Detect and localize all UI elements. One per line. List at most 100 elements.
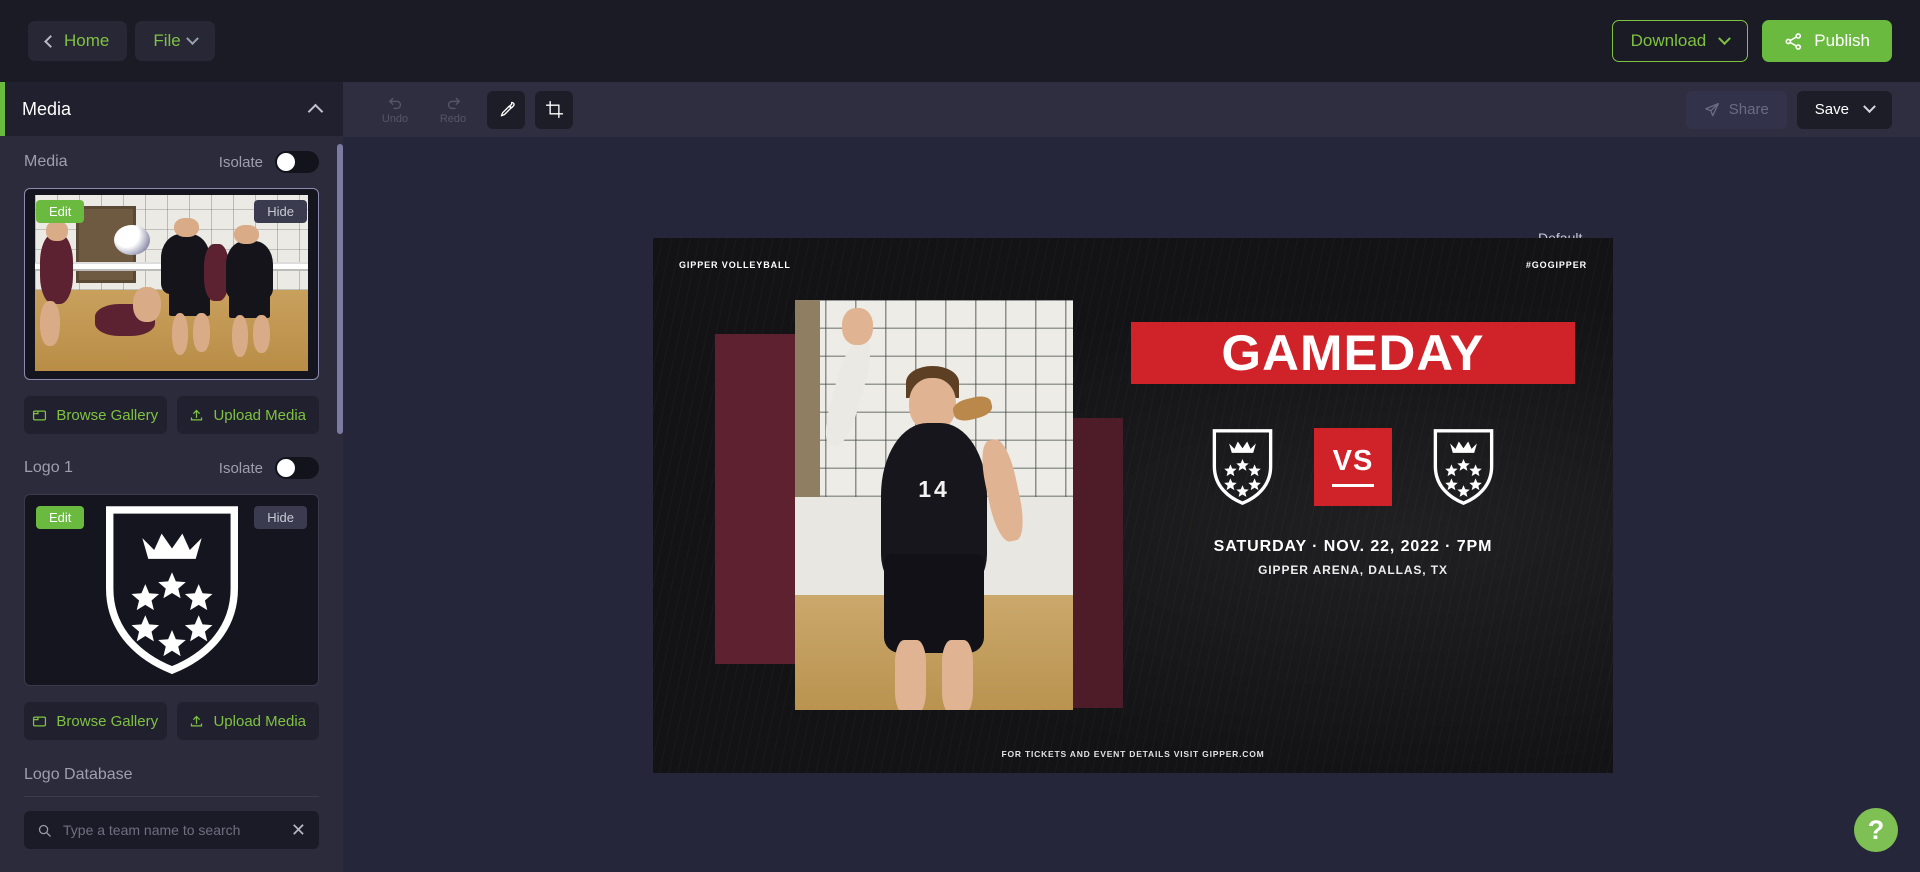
graphic-date-line: SATURDAY · NOV. 22, 2022 · 7PM [1213, 538, 1493, 555]
toggle-knob [277, 459, 295, 477]
logo1-browse-gallery-button[interactable]: Browse Gallery [24, 702, 167, 740]
upload-icon [191, 409, 203, 420]
media-browse-gallery-button[interactable]: Browse Gallery [24, 396, 167, 434]
file-menu-label: File [153, 31, 181, 50]
graphic-venue-line: GIPPER ARENA, DALLAS, TX [1258, 563, 1448, 577]
graphic-maroon-accent [1073, 418, 1123, 708]
undo-icon [388, 97, 401, 109]
graphic-hashtag-text: #GOGIPPER [1525, 260, 1587, 270]
eyedropper-icon [500, 101, 515, 117]
media-browse-gallery-label: Browse Gallery [56, 406, 159, 424]
help-button[interactable]: ? [1854, 808, 1898, 852]
logo-database-search-input[interactable] [63, 822, 280, 838]
photo-post [795, 300, 821, 497]
graphic-vs-badge: VS [1314, 428, 1392, 506]
media-row-label: Media [24, 153, 68, 170]
media-row: Media Isolate [0, 136, 343, 188]
logo1-thumbnail-card[interactable]: Edit Hide [24, 494, 319, 686]
media-panel-title: Media [22, 98, 72, 119]
logo1-isolate-group: Isolate [219, 457, 319, 479]
logo1-actions-row: Browse Gallery Upload Media [24, 702, 319, 740]
publish-button-label: Publish [1814, 31, 1870, 50]
home-button[interactable]: Home [28, 21, 128, 61]
publish-button[interactable]: Publish [1762, 20, 1892, 62]
design-canvas[interactable]: GIPPER VOLLEYBALL #GOGIPPER 14 GAMEDAY V… [653, 238, 1613, 773]
graphic-headline-text: GAMEDAY [1221, 325, 1485, 381]
chevron-down-icon [1863, 100, 1876, 114]
media-upload-button[interactable]: Upload Media [176, 396, 319, 434]
toggle-knob [277, 153, 295, 171]
media-panel-header[interactable]: Media [0, 82, 343, 136]
photo-player-shorts [883, 554, 985, 653]
gallery-icon [33, 410, 47, 420]
top-bar: Home File Download Publish [0, 0, 1920, 82]
crop-tool-button[interactable] [535, 90, 573, 129]
top-bar-left-group: Home File [28, 21, 215, 61]
send-icon [1704, 102, 1719, 116]
logo1-row: Logo 1 Isolate [0, 442, 343, 494]
eyedropper-tool-button[interactable] [487, 90, 525, 129]
photo-player-leg-left [895, 640, 926, 710]
graphic-event-details: SATURDAY · NOV. 22, 2022 · 7PM GIPPER AR… [1131, 538, 1575, 577]
home-button-label: Home [64, 31, 110, 50]
logo1-upload-label: Upload Media [213, 712, 307, 730]
media-isolate-label: Isolate [218, 153, 263, 171]
save-button[interactable]: Save [1796, 90, 1892, 129]
logo1-row-label: Logo 1 [24, 459, 73, 476]
redo-label: Redo [439, 112, 467, 125]
share-nodes-icon [1785, 32, 1802, 50]
crop-icon [545, 100, 563, 119]
graphic-player-photo[interactable]: 14 [795, 300, 1073, 710]
graphic-home-team-shield-icon[interactable] [1209, 425, 1276, 509]
media-upload-label: Upload Media [213, 406, 307, 424]
chevron-up-icon[interactable] [307, 103, 324, 119]
undo-button: Undo [371, 88, 419, 132]
download-button[interactable]: Download [1611, 20, 1749, 62]
graphic-matchup-row: VS [1131, 416, 1575, 518]
graphic-vs-underline [1332, 484, 1374, 487]
media-thumbnail-card[interactable]: Edit Hide [24, 188, 319, 380]
logo1-upload-button[interactable]: Upload Media [176, 702, 319, 740]
graphic-footer-text: FOR TICKETS AND EVENT DETAILS VISIT GIPP… [1001, 749, 1265, 759]
share-button-label: Share [1728, 101, 1769, 118]
redo-icon [447, 97, 460, 109]
photo-player-leg-right [942, 640, 973, 710]
media-actions-row: Browse Gallery Upload Media [24, 396, 319, 434]
logo1-isolate-toggle[interactable] [275, 457, 319, 479]
chevron-down-icon [1718, 31, 1732, 45]
logo1-isolate-label: Isolate [218, 459, 263, 477]
chevron-left-icon [44, 34, 57, 48]
top-bar-right-group: Download Publish [1611, 20, 1892, 62]
upload-icon [191, 715, 203, 726]
graphic-headline-banner[interactable]: GAMEDAY [1131, 322, 1575, 384]
save-button-label: Save [1814, 101, 1849, 118]
chevron-down-icon [185, 31, 199, 45]
logo1-edit-button[interactable]: Edit [36, 506, 85, 529]
shield-crown-stars-logo-icon [105, 506, 238, 675]
redo-button: Redo [429, 88, 477, 132]
photo-player-hand-left [842, 308, 873, 346]
logo-database-search-wrapper[interactable]: ✕ [24, 811, 319, 849]
media-isolate-group: Isolate [219, 151, 319, 173]
editor-toolbar: Undo Redo Share Save [343, 82, 1920, 137]
graphic-away-team-shield-icon[interactable] [1430, 425, 1497, 509]
sidebar: Media Media Isolate Edit Hide Browse Gal… [0, 82, 343, 872]
download-button-label: Download [1630, 31, 1707, 50]
clear-search-icon[interactable]: ✕ [291, 821, 306, 839]
graphic-vs-label: VS [1332, 445, 1374, 477]
share-button: Share [1685, 90, 1787, 129]
media-isolate-toggle[interactable] [275, 151, 319, 173]
media-hide-button[interactable]: Hide [254, 200, 307, 223]
media-edit-button[interactable]: Edit [36, 200, 85, 223]
undo-label: Undo [381, 112, 409, 125]
file-menu-button[interactable]: File [135, 21, 215, 61]
graphic-top-left-text: GIPPER VOLLEYBALL [679, 260, 791, 270]
search-icon [38, 824, 51, 837]
logo1-hide-button[interactable]: Hide [254, 506, 307, 529]
gallery-icon [33, 716, 47, 726]
logo1-browse-gallery-label: Browse Gallery [56, 712, 159, 730]
photo-player-number: 14 [918, 476, 950, 503]
logo-database-label: Logo Database [24, 766, 133, 783]
divider [24, 796, 319, 797]
editor-toolbar-right: Share Save [1685, 90, 1892, 129]
